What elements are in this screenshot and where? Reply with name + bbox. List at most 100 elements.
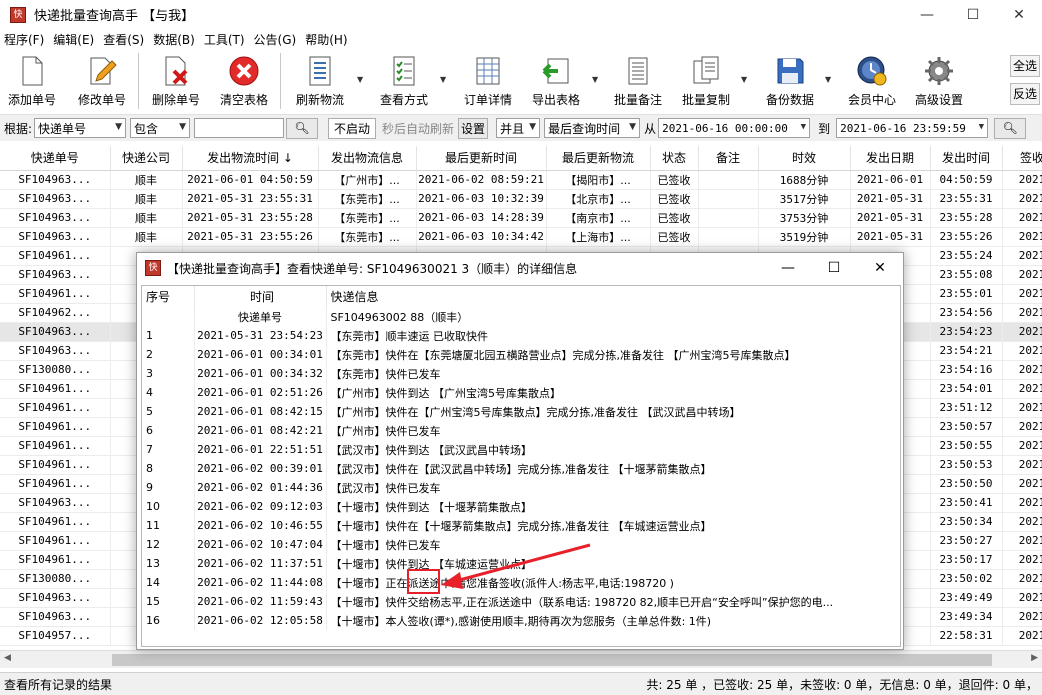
refresh-logistics-button[interactable]: 刷新物流: [290, 51, 350, 111]
event-info: 【广州市】快件到达 【广州宝湾5号库集散点】: [326, 383, 900, 402]
scroll-left-icon[interactable]: ◀: [4, 653, 11, 663]
dialog-close-button[interactable]: ✕: [857, 253, 903, 283]
minimize-button[interactable]: —: [904, 0, 950, 29]
dialog-title: 【快递批量查询高手】查看快递单号: SF1049630021 3（顺丰）的详细信…: [167, 261, 578, 276]
search-button[interactable]: 🔍︎: [286, 117, 319, 139]
list-item[interactable]: 4 2021-06-01 02:51:26 【广州市】快件到达 【广州宝湾5号库集散…: [142, 383, 900, 402]
date-search-button[interactable]: 🔍︎: [994, 117, 1027, 139]
from-date-picker[interactable]: 2021-06-16 00:00:00 ▼: [658, 118, 811, 138]
edit-number-button[interactable]: 修改单号: [74, 51, 130, 111]
table-cell: 23:54:16: [930, 360, 1003, 380]
menu-program[interactable]: 程序(F): [4, 31, 44, 48]
view-mode-button[interactable]: 查看方式: [374, 51, 434, 111]
list-item[interactable]: 15 2021-06-02 11:59:43 【十堰市】快件交给杨志平,正在派送途中…: [142, 592, 900, 611]
col-header[interactable]: 签收: [1002, 146, 1042, 171]
filter-field-select[interactable]: 快递单号 ▼: [34, 118, 127, 138]
list-item[interactable]: 5 2021-06-01 08:42:15 【广州市】快件在【广州宝湾5号库集散点】…: [142, 402, 900, 421]
list-item[interactable]: 11 2021-06-02 10:46:55 【十堰市】快件在【十堰茅箭集散点】完成…: [142, 516, 900, 535]
dialog-minimize-button[interactable]: —: [765, 253, 811, 283]
scroll-right-icon[interactable]: ▶: [1031, 653, 1038, 663]
table-cell: 【北京市】...: [546, 189, 651, 209]
tracking-detail-list[interactable]: 序号 时间 快递信息 快递单号 SF104963002 88（顺丰） 1 2021…: [141, 285, 901, 647]
col-header[interactable]: 发出物流信息: [318, 146, 417, 171]
refresh-settings-button[interactable]: 设置: [458, 117, 489, 139]
col-header-info[interactable]: 快递信息: [326, 286, 900, 307]
list-item[interactable]: 16 2021-06-02 12:05:58 【十堰市】本人签收(谭*),感谢使用顺…: [142, 611, 900, 630]
add-number-button[interactable]: 添加单号: [4, 51, 60, 111]
note-icon: [628, 57, 648, 85]
close-button[interactable]: ✕: [996, 0, 1042, 29]
scrollbar-thumb[interactable]: [112, 654, 992, 666]
chevron-down-icon[interactable]: ▼: [357, 75, 363, 84]
advanced-settings-button[interactable]: 高级设置: [908, 51, 970, 111]
export-table-button[interactable]: 导出表格: [526, 51, 586, 111]
table-cell: 2021-06-03 10:32:39: [416, 189, 547, 209]
chevron-down-icon[interactable]: ▼: [741, 75, 747, 84]
invert-selection-button[interactable]: 反选: [1010, 83, 1040, 105]
batch-note-button[interactable]: 批量备注: [610, 51, 666, 111]
event-info: 【武汉市】快件已发车: [326, 478, 900, 497]
chevron-down-icon[interactable]: ▼: [592, 75, 598, 84]
order-detail-button[interactable]: 订单详情: [458, 51, 518, 111]
col-header[interactable]: 发出日期: [850, 146, 931, 171]
menu-notice[interactable]: 公告(G): [254, 31, 297, 48]
batch-copy-button[interactable]: 批量复制: [676, 51, 736, 111]
list-item[interactable]: 14 2021-06-02 11:44:08 【十堰市】正在派送途中,请您准备签收(…: [142, 573, 900, 592]
col-header[interactable]: 备注: [698, 146, 759, 171]
table-cell: SF104963...: [0, 341, 111, 361]
chevron-down-icon[interactable]: ▼: [825, 75, 831, 84]
event-info: 【广州市】快件已发车: [326, 421, 900, 440]
table-cell: SF130080...: [0, 360, 111, 380]
dialog-maximize-button[interactable]: ☐: [811, 253, 857, 283]
table-row[interactable]: SF104963... 顺丰 2021-05-31 23:55:26 【东莞市】...…: [0, 227, 1042, 247]
select-all-button[interactable]: 全选: [1010, 55, 1040, 77]
col-header-index[interactable]: 序号: [142, 286, 195, 307]
table-cell: 2021: [1002, 322, 1042, 342]
table-row[interactable]: SF104963... 顺丰 2021-05-31 23:55:28 【东莞市】...…: [0, 208, 1042, 228]
col-header-time[interactable]: 时间: [194, 286, 327, 307]
auto-refresh-toggle[interactable]: 不启动: [328, 117, 377, 139]
list-item[interactable]: 6 2021-06-01 08:42:21 【广州市】快件已发车: [142, 421, 900, 440]
menu-data[interactable]: 数据(B): [153, 31, 195, 48]
list-item[interactable]: 8 2021-06-02 00:39:01 【武汉市】快件在【武汉武昌中转场】完成分…: [142, 459, 900, 478]
to-date-picker[interactable]: 2021-06-16 23:59:59 ▼: [836, 118, 989, 138]
table-cell: 2021: [1002, 588, 1042, 608]
chevron-down-icon[interactable]: ▼: [440, 75, 446, 84]
col-header[interactable]: 发出时间: [930, 146, 1003, 171]
delete-number-button[interactable]: 删除单号: [148, 51, 204, 111]
menu-view[interactable]: 查看(S): [103, 31, 144, 48]
filter-match-select[interactable]: 包含 ▼: [130, 118, 191, 138]
list-item[interactable]: 1 2021-05-31 23:54:23 【东莞市】顺丰速运 已收取快件: [142, 326, 900, 345]
list-item[interactable]: 2 2021-06-01 00:34:01 【东莞市】快件在【东莞塘厦北园五横路营业…: [142, 345, 900, 364]
list-item[interactable]: 7 2021-06-01 22:51:51 【武汉市】快件到达 【武汉武昌中转场】: [142, 440, 900, 459]
table-row[interactable]: SF104963... 顺丰 2021-05-31 23:55:31 【东莞市】...…: [0, 189, 1042, 209]
horizontal-scrollbar[interactable]: ◀ ▶: [0, 650, 1042, 668]
menu-help[interactable]: 帮助(H): [305, 31, 347, 48]
col-header[interactable]: 发出物流时间 ↓: [182, 146, 319, 171]
col-header[interactable]: 快递单号: [0, 146, 111, 171]
time-field-select[interactable]: 最后查询时间 ▼: [544, 118, 641, 138]
menu-edit[interactable]: 编辑(E): [53, 31, 94, 48]
menu-tools[interactable]: 工具(T): [204, 31, 245, 48]
table-cell: 【南京市】...: [546, 208, 651, 228]
list-item[interactable]: 12 2021-06-02 10:47:04 【十堰市】快件已发车: [142, 535, 900, 554]
col-header[interactable]: 最后更新时间: [416, 146, 547, 171]
list-item[interactable]: 9 2021-06-02 01:44:36 【武汉市】快件已发车: [142, 478, 900, 497]
col-header[interactable]: 时效: [758, 146, 851, 171]
filter-query-input[interactable]: [194, 118, 285, 138]
list-item[interactable]: 13 2021-06-02 11:37:51 【十堰市】快件到达 【车城速运营业点】: [142, 554, 900, 573]
table-cell: SF104961...: [0, 436, 111, 456]
clear-table-button[interactable]: 清空表格: [216, 51, 272, 111]
maximize-button[interactable]: ☐: [950, 0, 996, 29]
member-center-button[interactable]: 会员中心: [842, 51, 902, 111]
list-item[interactable]: 快递单号 SF104963002 88（顺丰）: [142, 307, 900, 326]
filter-logic-select[interactable]: 并且 ▼: [496, 118, 541, 138]
list-item[interactable]: 3 2021-06-01 00:34:32 【东莞市】快件已发车: [142, 364, 900, 383]
table-row[interactable]: SF104963... 顺丰 2021-06-01 04:50:59 【广州市】...…: [0, 170, 1042, 190]
event-info: 【武汉市】快件在【武汉武昌中转场】完成分拣,准备发往 【十堰茅箭集散点】: [326, 459, 900, 478]
backup-data-button[interactable]: 备份数据: [760, 51, 820, 111]
col-header[interactable]: 快递公司: [110, 146, 183, 171]
col-header[interactable]: 最后更新物流: [546, 146, 651, 171]
col-header[interactable]: 状态: [650, 146, 699, 171]
list-item[interactable]: 10 2021-06-02 09:12:03 【十堰市】快件到达 【十堰茅箭集散点】: [142, 497, 900, 516]
